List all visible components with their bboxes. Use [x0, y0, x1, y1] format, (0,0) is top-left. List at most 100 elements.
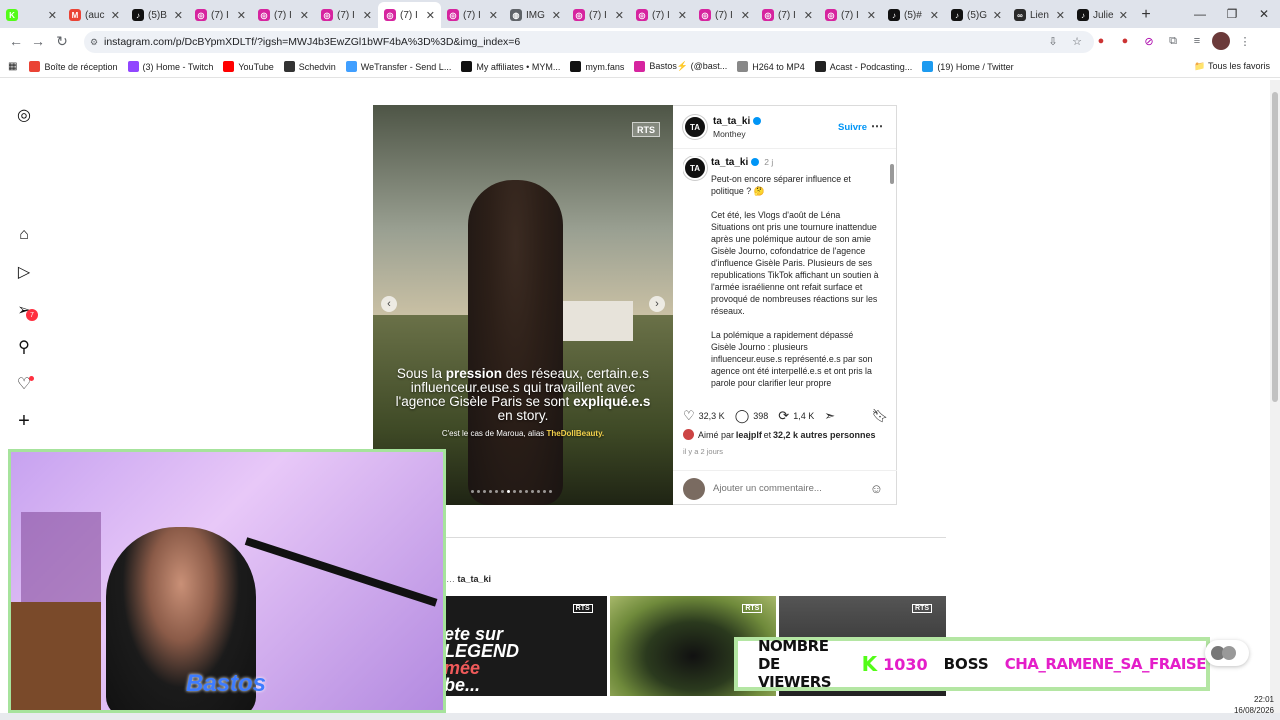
restore-icon[interactable]: ❐ — [1216, 7, 1248, 21]
site-info-icon[interactable]: ⚙ — [90, 37, 98, 48]
comment-icon[interactable]: ◯ — [735, 408, 750, 424]
save-icon[interactable]: 🔖︎ — [871, 408, 888, 424]
close-tab-icon[interactable]: ✕ — [804, 9, 813, 22]
browser-tab[interactable]: ◎ (7) I ✕ — [441, 2, 504, 28]
close-tab-icon[interactable]: ✕ — [363, 9, 372, 22]
repost-count[interactable]: 1,4 K — [793, 411, 814, 421]
forward-icon[interactable]: → — [26, 33, 50, 49]
share-icon[interactable]: ➣ — [824, 408, 835, 424]
close-tab-icon[interactable]: ✕ — [552, 9, 561, 22]
close-tab-icon[interactable]: ✕ — [930, 9, 939, 22]
repost-icon[interactable]: ⟳ — [778, 408, 789, 424]
like-count[interactable]: 32,3 K — [699, 411, 725, 421]
install-app-icon[interactable]: ⇩ — [1044, 32, 1062, 50]
browser-tab[interactable]: ◍ IMG ✕ — [504, 2, 567, 28]
browser-tab[interactable]: ♪ (5)# ✕ — [882, 2, 945, 28]
close-tab-icon[interactable]: ✕ — [741, 9, 750, 22]
minimize-icon[interactable]: — — [1184, 7, 1216, 21]
page-scrollbar[interactable] — [1270, 80, 1280, 720]
next-slide-button[interactable]: › — [649, 296, 665, 312]
menu-icon[interactable]: ⋮ — [1236, 32, 1254, 50]
browser-tab[interactable]: ◎ (7) I ✕ — [630, 2, 693, 28]
bookmark-star-icon[interactable]: ☆ — [1068, 32, 1086, 50]
close-tab-icon[interactable]: ✕ — [1056, 9, 1065, 22]
profile-avatar[interactable] — [1212, 32, 1230, 50]
caption-username[interactable]: ta_ta_ki 2 j — [711, 157, 773, 168]
bookmark-item[interactable]: WeTransfer - Send L... — [345, 61, 451, 72]
close-tab-icon[interactable]: ✕ — [111, 9, 120, 22]
liked-by-user[interactable]: leajplf — [736, 430, 762, 440]
close-tab-icon[interactable]: ✕ — [174, 9, 183, 22]
close-tab-icon[interactable]: ✕ — [678, 9, 687, 22]
browser-tab[interactable]: ♪ Julie ✕ — [1071, 2, 1134, 28]
bookmark-item[interactable]: Bastos⚡ (@bast... — [634, 61, 727, 72]
browser-tab[interactable]: ◎ (7) I ✕ — [252, 2, 315, 28]
close-tab-icon[interactable]: ✕ — [993, 9, 1002, 22]
post-location[interactable]: Monthey — [713, 129, 746, 139]
caption-scroll-thumb[interactable] — [890, 164, 894, 184]
bookmark-item[interactable]: mym.fans — [570, 61, 624, 72]
close-tab-icon[interactable]: ✕ — [615, 9, 624, 22]
close-tab-icon[interactable]: ✕ — [867, 9, 876, 22]
close-tab-icon[interactable]: ✕ — [1119, 9, 1128, 22]
extension-icon[interactable]: ● — [1116, 32, 1134, 50]
browser-tab[interactable]: K ✕ — [0, 2, 63, 28]
media-icon[interactable]: ≡ — [1188, 32, 1206, 50]
browser-tab[interactable]: ♪ (5)B ✕ — [126, 2, 189, 28]
close-window-icon[interactable]: ✕ — [1248, 7, 1280, 21]
caption-scrollbar[interactable] — [889, 156, 895, 396]
bookmark-item[interactable]: (19) Home / Twitter — [922, 61, 1014, 72]
all-bookmarks[interactable]: 📁 Tous les favoris — [1194, 61, 1270, 72]
puzzle-icon[interactable]: ⧉ — [1164, 32, 1182, 50]
reels-icon[interactable]: ▷ — [15, 263, 33, 281]
create-icon[interactable]: + — [15, 410, 33, 432]
instagram-logo-icon[interactable]: ◎ — [15, 106, 33, 124]
floating-messages-button[interactable] — [1205, 640, 1249, 666]
close-tab-icon[interactable]: ✕ — [426, 9, 435, 22]
close-tab-icon[interactable]: ✕ — [300, 9, 309, 22]
browser-tab[interactable]: ◎ (7) I ✕ — [567, 2, 630, 28]
bookmark-item[interactable]: H264 to MP4 — [737, 61, 805, 72]
browser-tab[interactable]: ◎ (7) I ✕ — [315, 2, 378, 28]
author-avatar[interactable]: TA — [683, 115, 707, 139]
new-tab-button[interactable]: + — [1134, 2, 1158, 28]
bookmark-item[interactable]: Schedvin — [283, 61, 336, 72]
close-tab-icon[interactable]: ✕ — [489, 9, 498, 22]
browser-tab[interactable]: ◎ (7) I ✕ — [378, 2, 441, 28]
liked-by-others[interactable]: 32,2 k autres personnes — [773, 430, 876, 440]
more-posts-label[interactable]: … ta_ta_ki — [446, 574, 491, 584]
browser-tab[interactable]: ◎ (7) I ✕ — [189, 2, 252, 28]
extension-icon[interactable]: ● — [1092, 32, 1110, 50]
comment-count[interactable]: 398 — [753, 411, 768, 421]
browser-tab[interactable]: ∞ Lien ✕ — [1008, 2, 1071, 28]
page-scroll-thumb[interactable] — [1272, 92, 1278, 402]
browser-tab[interactable]: ◎ (7) I ✕ — [693, 2, 756, 28]
bookmark-item[interactable]: Boîte de réception — [29, 61, 118, 72]
bookmark-item[interactable]: Acast - Podcasting... — [814, 61, 912, 72]
home-icon[interactable]: ⌂ — [15, 226, 33, 244]
author-username[interactable]: ta_ta_ki — [713, 116, 762, 127]
prev-slide-button[interactable]: ‹ — [381, 296, 397, 312]
post-thumbnail[interactable]: ete sur LEGEND mée be... RTS — [440, 596, 607, 696]
comment-input[interactable]: Ajouter un commentaire... — [713, 483, 870, 494]
apps-icon[interactable]: ▦ — [8, 61, 17, 72]
more-options-icon[interactable]: ⋯ — [871, 119, 883, 133]
search-icon[interactable]: ⚲ — [15, 338, 33, 356]
bookmark-item[interactable]: YouTube — [223, 61, 274, 72]
like-icon[interactable]: ♡ — [683, 408, 695, 424]
reload-icon[interactable]: ↻ — [50, 33, 74, 50]
caption-avatar[interactable]: TA — [683, 156, 707, 180]
follow-button[interactable]: Suivre — [838, 122, 867, 133]
browser-tab[interactable]: M (auc ✕ — [63, 2, 126, 28]
close-tab-icon[interactable]: ✕ — [48, 9, 57, 22]
browser-tab[interactable]: ◎ (7) I ✕ — [756, 2, 819, 28]
url-field[interactable]: ⚙ instagram.com/p/DcBYpmXDLTf/?igsh=MWJ4… — [84, 31, 1094, 53]
back-icon[interactable]: ← — [4, 33, 28, 49]
browser-tab[interactable]: ◎ (7) I ✕ — [819, 2, 882, 28]
blocker-icon[interactable]: ⊘ — [1140, 32, 1158, 50]
close-tab-icon[interactable]: ✕ — [237, 9, 246, 22]
bookmark-item[interactable]: My affiliates • MYM... — [461, 61, 560, 72]
browser-tab[interactable]: ♪ (5)G ✕ — [945, 2, 1008, 28]
emoji-icon[interactable]: ☺ — [870, 481, 883, 496]
bookmark-item[interactable]: (3) Home - Twitch — [127, 61, 213, 72]
